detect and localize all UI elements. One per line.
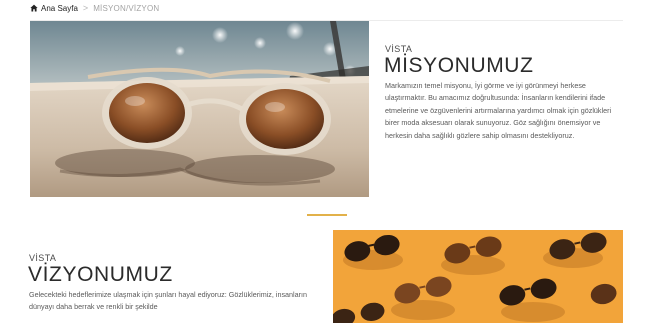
vision-text: Gelecekteki hedeflerimize ulaşmak için ş…: [29, 290, 308, 312]
vision-photo: [333, 230, 623, 323]
mission-text: Markamızın temel misyonu, İyi görme ve i…: [385, 81, 612, 140]
breadcrumb-current: MİSYON/VİZYON: [93, 3, 160, 13]
breadcrumb: Ana Sayfa > MİSYON/VİZYON: [30, 2, 159, 14]
mission-eyebrow: VİSTA: [385, 44, 413, 54]
vision-title: VİZYONUMUZ: [28, 263, 173, 286]
section-divider: [307, 214, 347, 216]
vision-eyebrow: VİSTA: [29, 253, 57, 263]
mission-photo: [30, 21, 369, 197]
breadcrumb-home-link[interactable]: Ana Sayfa: [41, 4, 78, 13]
breadcrumb-separator: >: [82, 3, 89, 13]
home-icon[interactable]: [30, 4, 38, 12]
mission-title: MİSYONUMUZ: [384, 54, 534, 77]
